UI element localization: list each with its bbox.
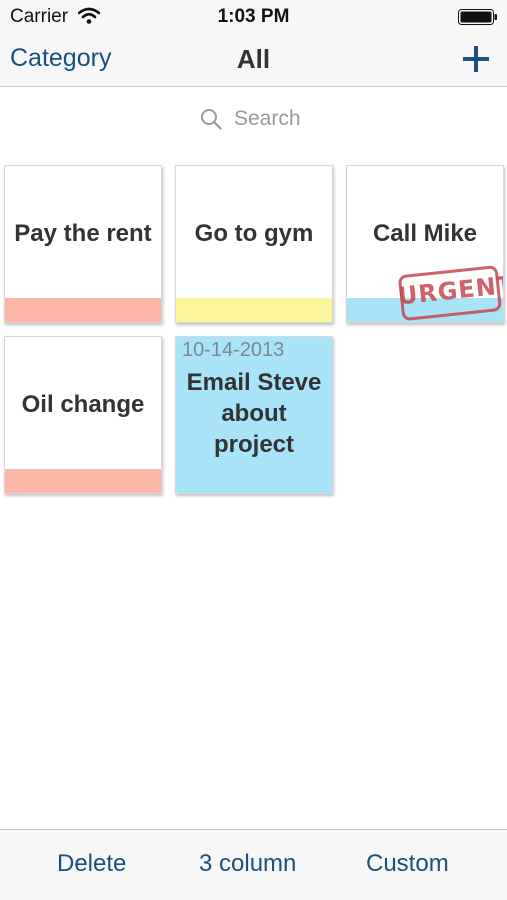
navigation-bar: Category All xyxy=(0,34,507,87)
note-color-strip xyxy=(176,298,332,322)
note-title: Oil change xyxy=(21,390,145,418)
note-color-strip xyxy=(5,298,161,322)
search-icon xyxy=(201,109,222,130)
note-card[interactable]: Call Mike URGENT xyxy=(346,165,504,323)
battery-icon xyxy=(458,9,497,25)
bottom-toolbar: Delete 3 column Custom xyxy=(0,829,507,900)
note-card[interactable]: Oil change xyxy=(4,336,162,494)
search-bar[interactable]: Search xyxy=(0,88,507,152)
column-layout-button[interactable]: 3 column xyxy=(199,850,296,878)
note-card[interactable]: 10-14-2013 Email Steve about project xyxy=(175,336,333,494)
note-color-strip xyxy=(5,469,161,493)
delete-button[interactable]: Delete xyxy=(57,850,126,878)
plus-icon[interactable] xyxy=(460,43,492,75)
note-card[interactable]: Go to gym xyxy=(175,165,333,323)
note-title: Go to gym xyxy=(194,219,314,247)
note-card[interactable]: Pay the rent xyxy=(4,165,162,323)
search-placeholder: Search xyxy=(234,107,301,130)
urgent-stamp: URGENT xyxy=(395,259,503,322)
note-title: Pay the rent xyxy=(14,219,152,247)
note-title: Email Steve about project xyxy=(186,368,322,458)
status-bar: Carrier 1:03 PM xyxy=(0,0,507,34)
custom-button[interactable]: Custom xyxy=(366,850,449,878)
status-time: 1:03 PM xyxy=(217,6,290,27)
category-button[interactable]: Category xyxy=(10,44,111,73)
